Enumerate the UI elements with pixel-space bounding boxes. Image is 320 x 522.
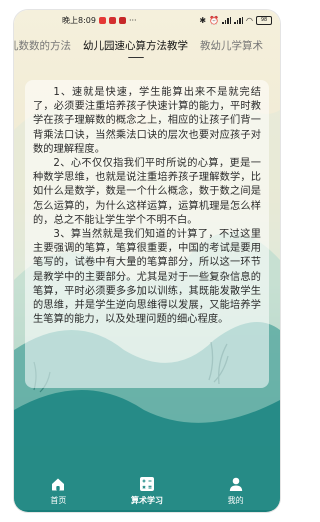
bluetooth-icon: ✱ — [199, 15, 207, 25]
nav-profile-label: 我的 — [227, 496, 244, 505]
status-left: 晚上8:09 ··· — [62, 15, 137, 26]
alarm-icon: ⏰ — [209, 15, 220, 25]
app-screen: 晚上8:09 ··· ✱ ⏰ ◠ 98 儿数数的方法 幼儿园速心算方法教学 教幼… — [14, 10, 280, 512]
more-notifications-icon: ··· — [128, 15, 137, 25]
nav-arithmetic[interactable]: 算术学习 — [117, 476, 177, 506]
battery-icon: 98 — [256, 15, 272, 25]
signal-icon-2 — [234, 16, 244, 24]
signal-icon — [222, 16, 232, 24]
nav-home-label: 首页 — [50, 496, 67, 505]
battery-level: 98 — [260, 16, 268, 23]
tab-teach-arithmetic[interactable]: 教幼儿学算术 — [194, 38, 269, 53]
notification-app-icon — [108, 16, 116, 24]
bottom-nav: 首页 算术学习 我的 — [14, 470, 280, 512]
tab-mental-math-method[interactable]: 幼儿园速心算方法教学 — [77, 38, 194, 58]
notification-app-icon — [98, 16, 106, 24]
notification-app-icon — [118, 16, 126, 24]
calculator-icon — [139, 477, 154, 491]
status-bar: 晚上8:09 ··· ✱ ⏰ ◠ 98 — [14, 10, 280, 30]
nav-arithmetic-label: 算术学习 — [130, 496, 163, 505]
tab-counting-method[interactable]: 儿数数的方法 — [14, 38, 77, 53]
article-paragraph: 2、心不仅仅指我们平时所说的心算，更是一种数学思维，也就是说注重培养孩子理解数学… — [33, 158, 261, 226]
status-right: ✱ ⏰ ◠ 98 — [199, 15, 272, 25]
user-icon — [229, 477, 242, 491]
wifi-icon: ◠ — [246, 15, 253, 25]
nav-home[interactable]: 首页 — [28, 476, 88, 506]
status-time: 晚上8:09 — [62, 15, 96, 25]
article-card: 1、速就是快速，学生能算出来不是就完结了，必须要注重培养孩子快速计算的能力，平时… — [25, 80, 269, 388]
article-paragraph: 1、速就是快速，学生能算出来不是就完结了，必须要注重培养孩子快速计算的能力，平时… — [33, 87, 261, 155]
article-paragraph: 3、算当然就是我们知道的计算了，不过这里主要强调的笔算，笔算很重要，中国的考试是… — [33, 229, 261, 326]
home-icon — [52, 478, 65, 491]
category-tabs: 儿数数的方法 幼儿园速心算方法教学 教幼儿学算术 — [14, 32, 280, 58]
nav-profile[interactable]: 我的 — [206, 476, 266, 506]
